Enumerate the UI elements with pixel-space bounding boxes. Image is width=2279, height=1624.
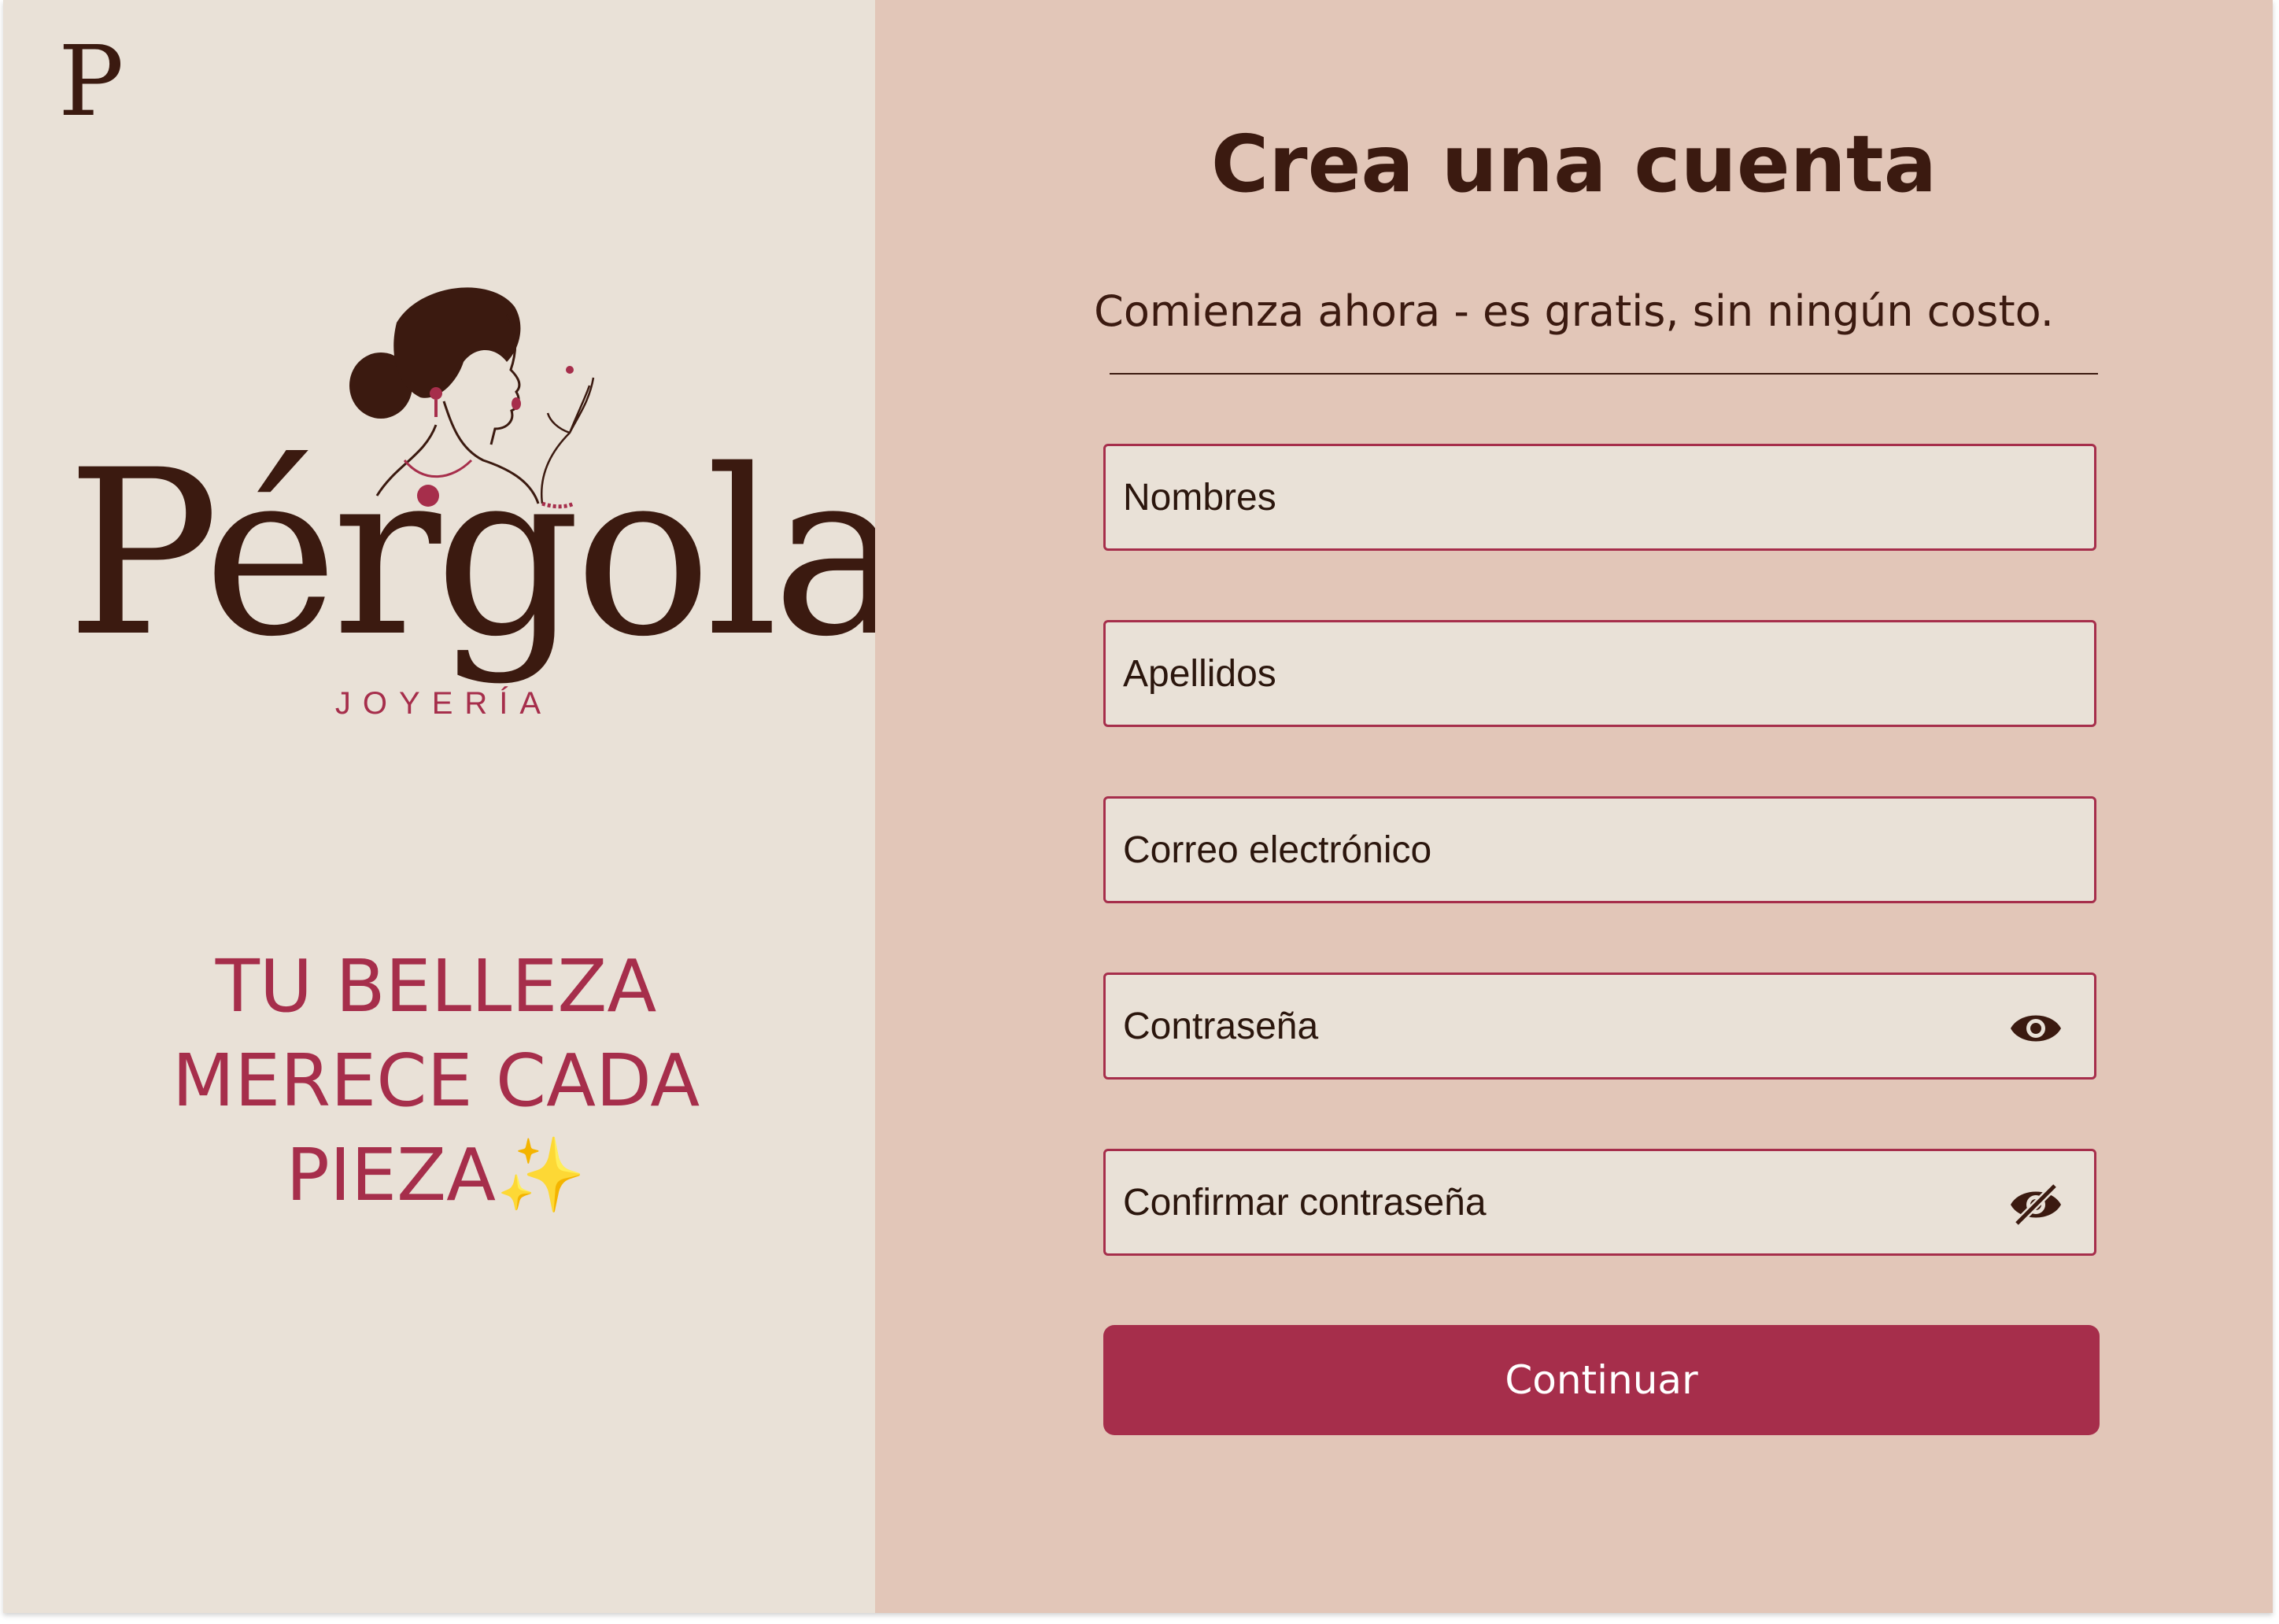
sparkle-icon: ✨ xyxy=(496,1133,586,1217)
last-name-field xyxy=(1103,620,2096,727)
tagline-line-3: PIEZA✨ xyxy=(98,1128,774,1223)
divider xyxy=(1110,373,2098,375)
tagline-line-1: TU BELLEZA xyxy=(215,944,657,1028)
confirm-password-input[interactable] xyxy=(1106,1151,2094,1253)
tagline-line-2: MERECE CADA xyxy=(172,1039,700,1123)
signup-screen: P Pérgola JOYERÍA TU BELLEZA MERECE CADA… xyxy=(3,0,2273,1613)
first-name-field xyxy=(1103,444,2096,551)
password-field xyxy=(1103,973,2096,1080)
email-field xyxy=(1103,796,2096,903)
signup-form-panel: Crea una cuenta Comienza ahora - es grat… xyxy=(875,0,2273,1613)
form-title: Crea una cuenta xyxy=(1210,118,1937,210)
confirm-password-field xyxy=(1103,1149,2096,1256)
first-name-input[interactable] xyxy=(1106,446,2094,548)
brand-name: Pérgola xyxy=(66,422,908,687)
last-name-input[interactable] xyxy=(1106,622,2094,725)
tagline-line-3-text: PIEZA xyxy=(286,1133,497,1217)
email-input[interactable] xyxy=(1106,799,2094,901)
eye-off-icon[interactable] xyxy=(2008,1181,2064,1228)
brand-logo: Pérgola JOYERÍA xyxy=(66,268,908,740)
eye-icon[interactable] xyxy=(2008,1005,2064,1052)
brand-subtitle: JOYERÍA xyxy=(334,686,553,721)
brand-panel: P Pérgola JOYERÍA TU BELLEZA MERECE CADA… xyxy=(3,0,908,1613)
form-subtitle: Comienza ahora - es gratis, sin ningún c… xyxy=(1094,286,2054,336)
password-input[interactable] xyxy=(1106,975,2094,1077)
tagline: TU BELLEZA MERECE CADA PIEZA✨ xyxy=(98,939,774,1223)
continue-button[interactable]: Continuar xyxy=(1103,1325,2100,1435)
mini-logo: P xyxy=(58,25,124,138)
